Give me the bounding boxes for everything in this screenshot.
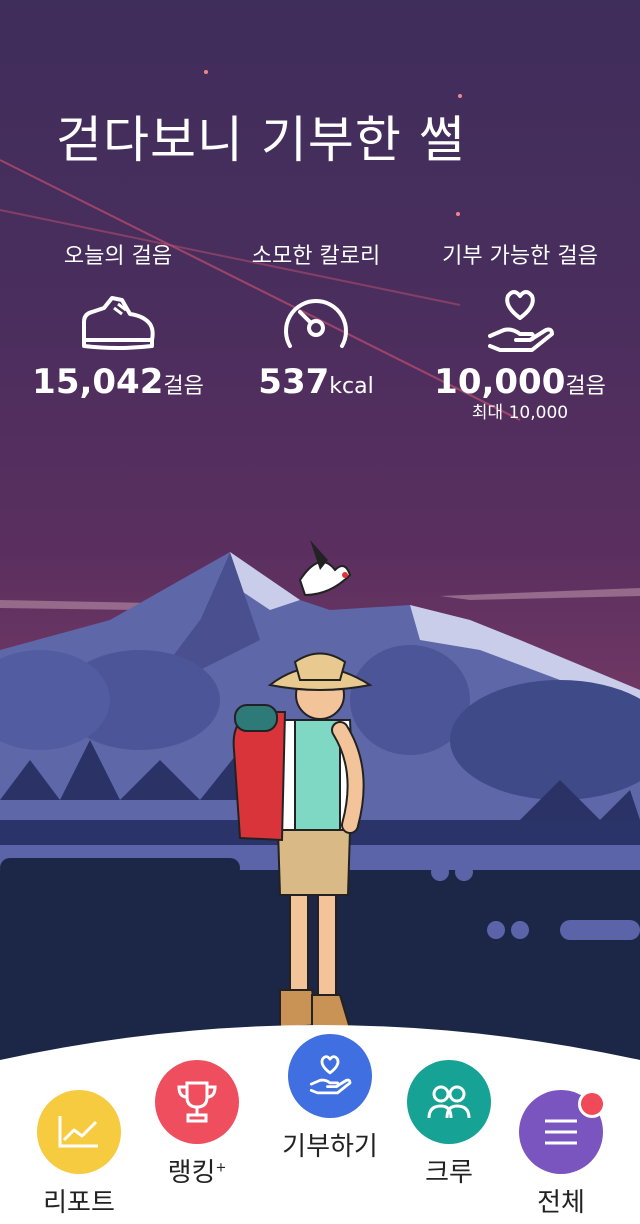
app-screen: 걷다보니 기부한 썰 오늘의 걸음 15,042걸음 소모한 칼로리 537kc… [0, 0, 640, 1224]
sneaker-icon [82, 296, 155, 350]
stat-today-steps[interactable]: 오늘의 걸음 15,042걸음 [18, 238, 218, 402]
menu-icon [545, 1119, 577, 1145]
nav-ranking-label: 랭킹+ [167, 1158, 227, 1188]
nav-crew-label: 크루 [425, 1158, 473, 1188]
stat-label: 기부 가능한 걸음 [442, 244, 598, 269]
page-title: 걷다보니 기부한 썰 [56, 111, 466, 169]
people-icon [427, 1085, 471, 1119]
stat-calories[interactable]: 소모한 칼로리 537kcal [216, 238, 416, 402]
nav-all[interactable]: 전체 [518, 1090, 606, 1219]
gauge-icon [284, 299, 348, 348]
ranking-circle[interactable] [155, 1060, 239, 1144]
nav-all-label: 전체 [537, 1188, 585, 1218]
donate-circle[interactable] [288, 1034, 372, 1118]
bottom-nav: 리포트 랭킹+ 기부하기 크루 전체 [0, 1000, 640, 1224]
nav-ranking[interactable]: 랭킹+ [154, 1060, 240, 1189]
nav-donate[interactable]: 기부하기 [280, 1034, 380, 1163]
stat-label: 오늘의 걸음 [63, 244, 173, 269]
crew-circle[interactable] [407, 1060, 491, 1144]
heart-hand-icon [488, 290, 554, 352]
notification-badge [578, 1090, 606, 1118]
trophy-icon [177, 1081, 217, 1123]
stat-value: 537kcal [258, 362, 374, 402]
line-chart-icon [58, 1116, 98, 1148]
nav-crew[interactable]: 크루 [406, 1060, 492, 1189]
nav-report[interactable]: 리포트 [36, 1090, 122, 1219]
heart-hand-icon [309, 1055, 352, 1095]
stat-value: 15,042걸음 [32, 362, 204, 402]
stat-donatable-steps[interactable]: 기부 가능한 걸음 10,000걸음 최대 10,000 [420, 238, 620, 423]
nav-report-label: 리포트 [43, 1188, 115, 1218]
nav-donate-label: 기부하기 [282, 1132, 378, 1162]
stat-label: 소모한 칼로리 [251, 244, 381, 269]
stat-value: 10,000걸음 [434, 362, 606, 402]
report-circle[interactable] [37, 1090, 121, 1174]
